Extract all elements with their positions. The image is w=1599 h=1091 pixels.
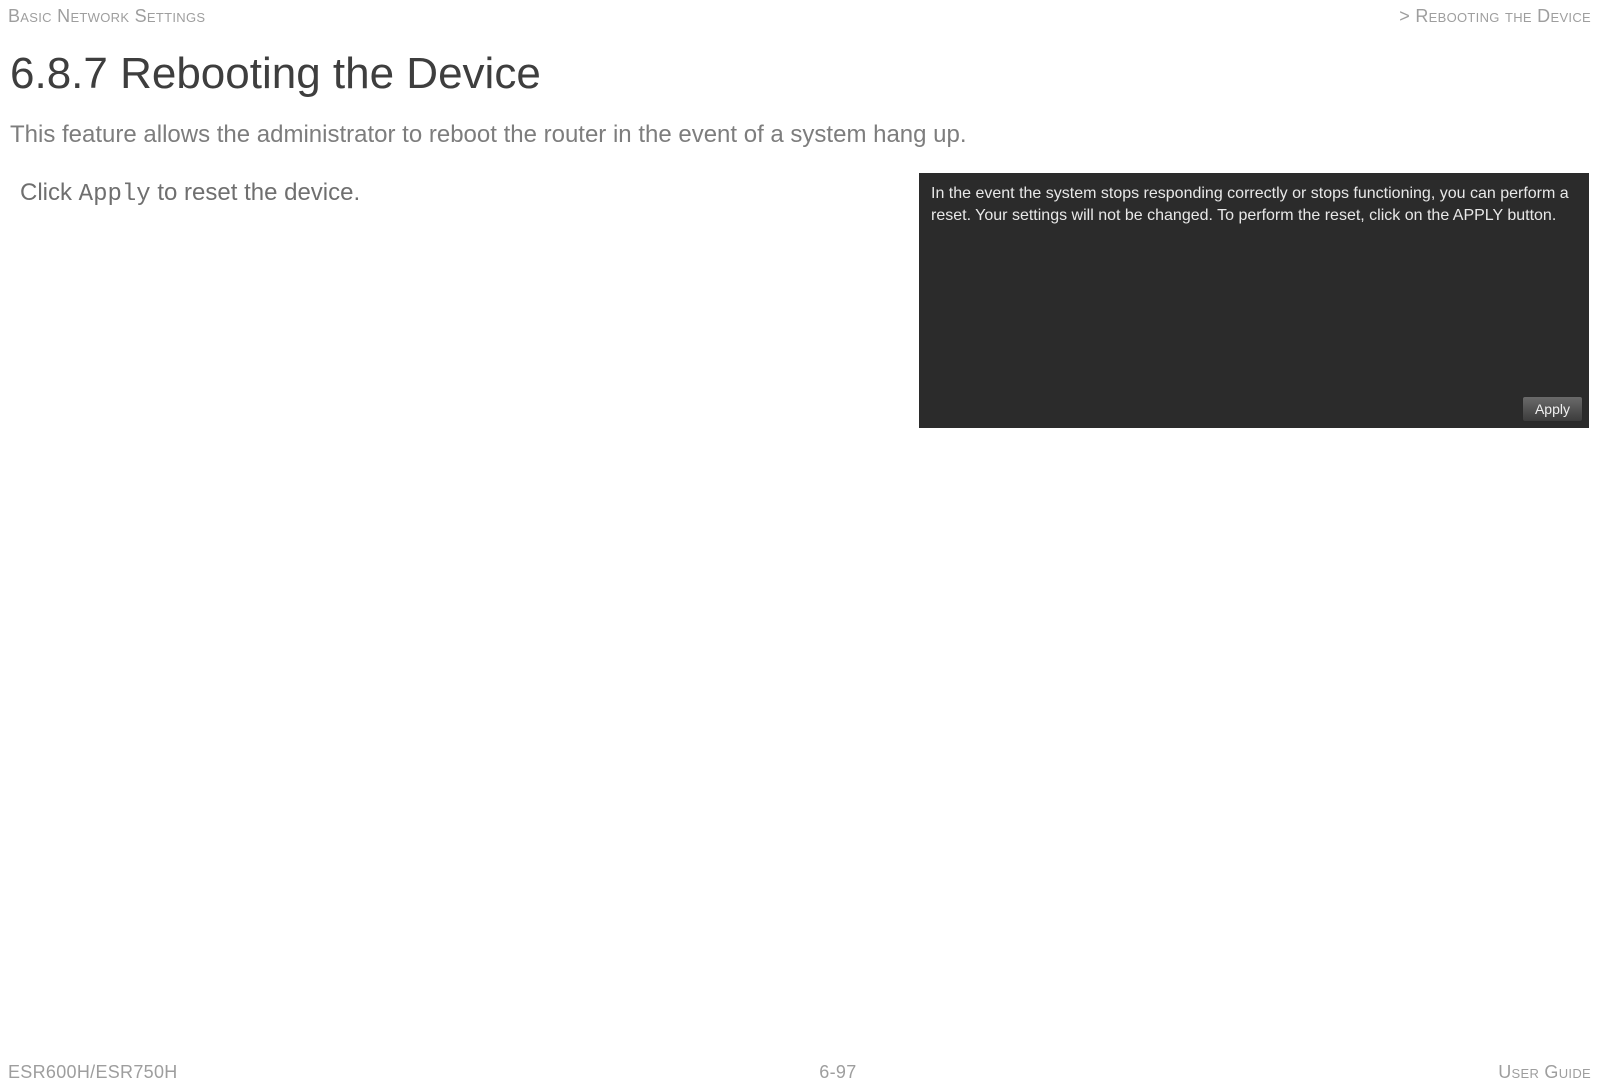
reset-panel: In the event the system stops responding… <box>919 173 1589 428</box>
footer-right: User Guide <box>1498 1062 1591 1083</box>
page-content: 6.8.7 Rebooting the Device This feature … <box>0 27 1599 428</box>
instruction-prefix: Click <box>20 179 79 206</box>
section-intro: This feature allows the administrator to… <box>10 121 1589 149</box>
instruction-suffix: to reset the device. <box>151 179 360 206</box>
header-right: > Rebooting the Device <box>1399 6 1591 27</box>
header-left: Basic Network Settings <box>8 6 205 27</box>
two-column-layout: Click Apply to reset the device. In the … <box>10 173 1589 428</box>
instruction-code: Apply <box>79 181 151 208</box>
page-footer: ESR600H/ESR750H 6-97 User Guide <box>0 1062 1599 1083</box>
page-header: Basic Network Settings > Rebooting the D… <box>0 0 1599 27</box>
reset-panel-footer: Apply <box>1516 390 1589 428</box>
apply-button[interactable]: Apply <box>1522 396 1583 422</box>
footer-center: 6-97 <box>819 1062 856 1083</box>
reset-panel-body: In the event the system stops responding… <box>931 183 1577 226</box>
instruction-text: Click Apply to reset the device. <box>20 173 889 208</box>
section-title: 6.8.7 Rebooting the Device <box>10 49 1589 99</box>
footer-left: ESR600H/ESR750H <box>8 1062 178 1083</box>
